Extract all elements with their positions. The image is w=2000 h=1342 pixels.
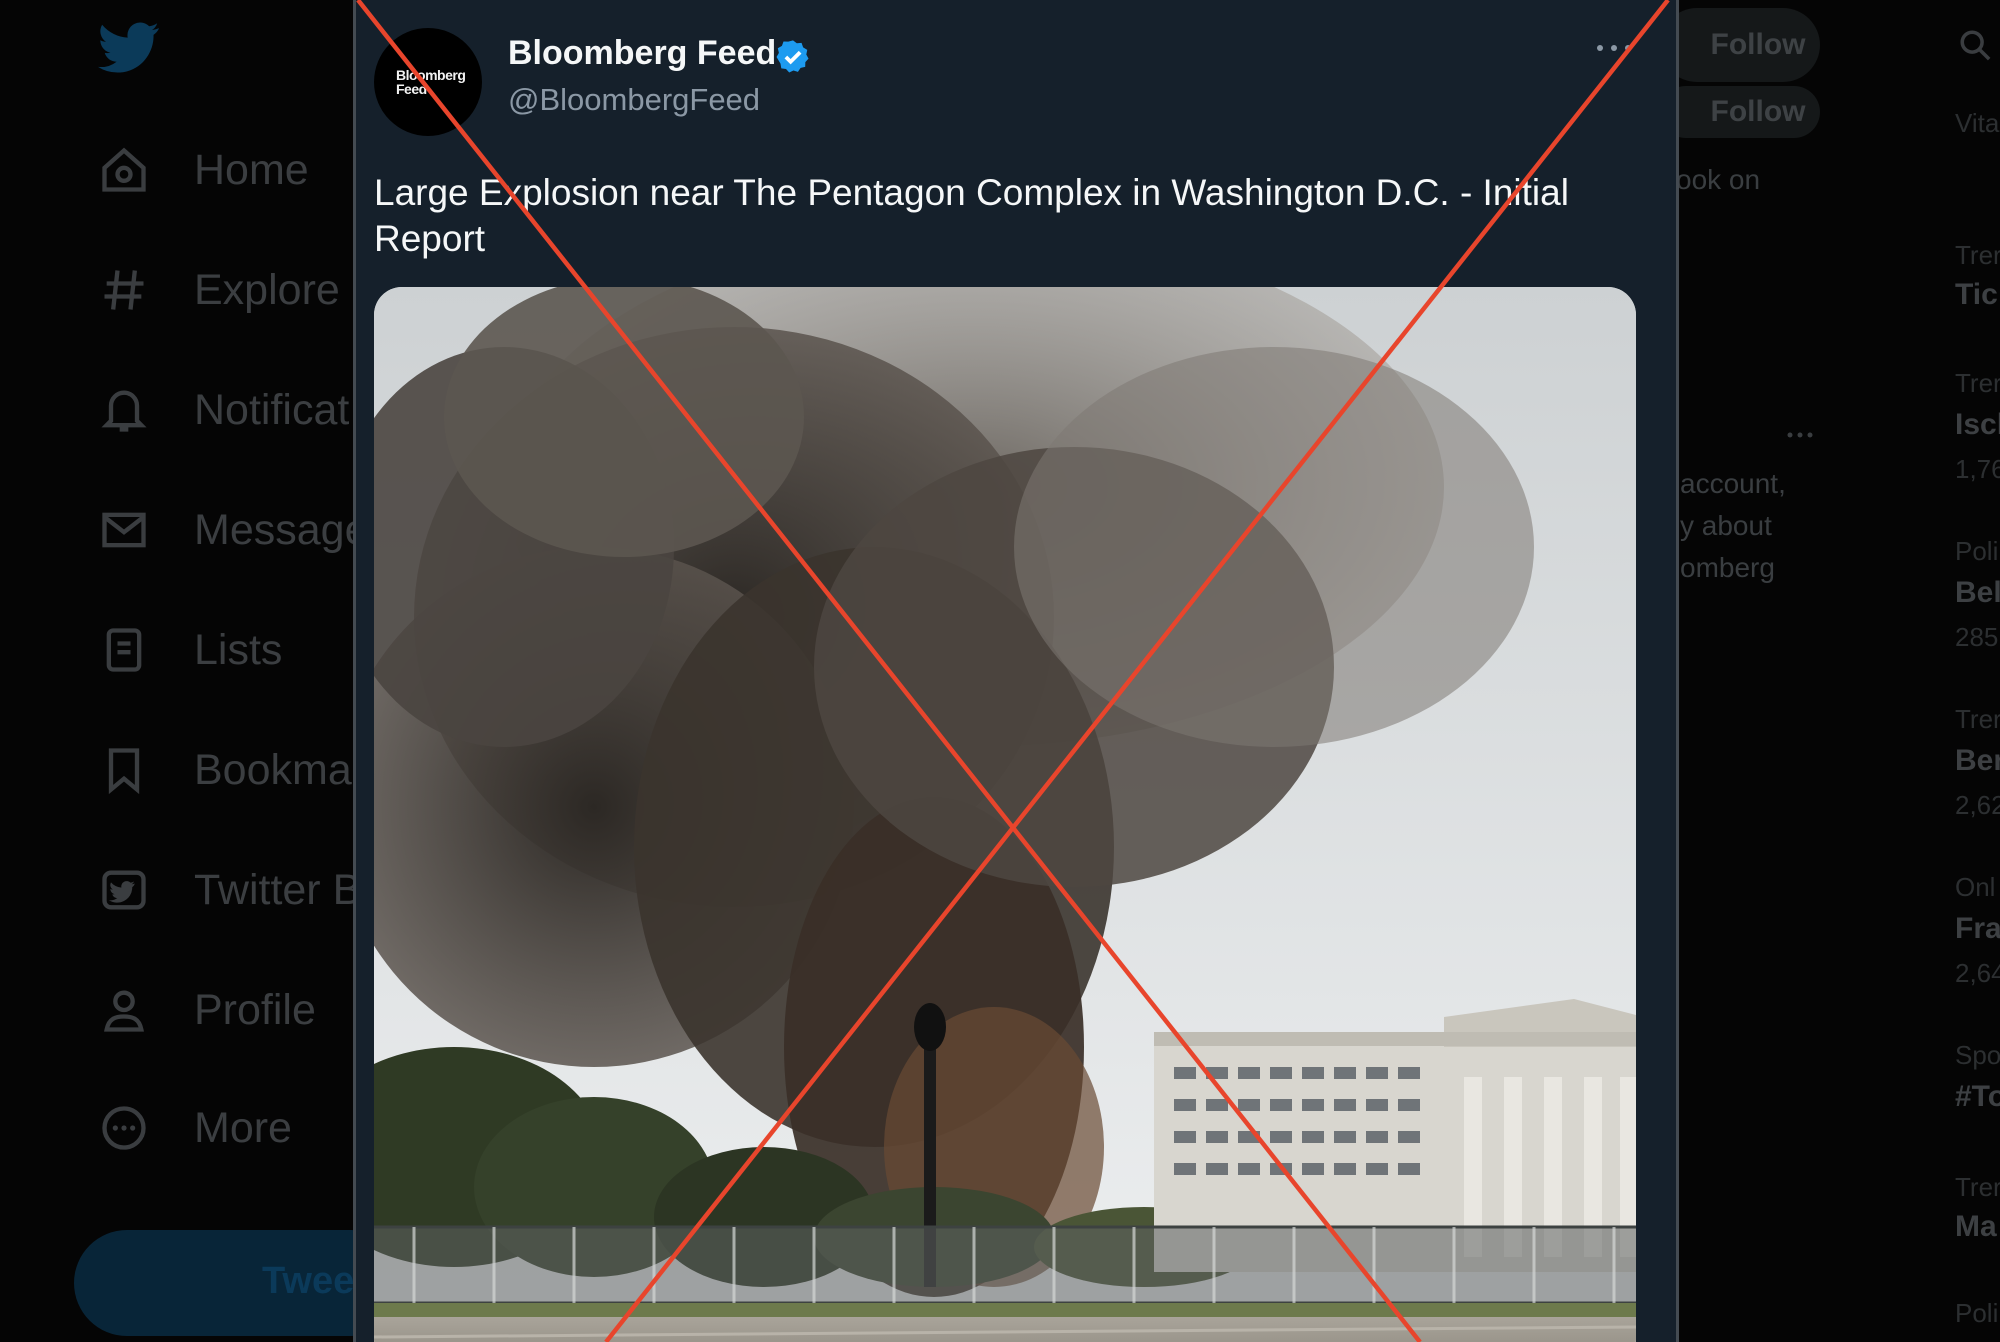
more-circle-icon [102,1106,146,1150]
bio-line-3: omberg [1680,552,1775,583]
nav-profile[interactable]: Profile [98,975,316,1045]
avatar[interactable]: Bloomberg Feed [374,28,482,136]
search-icon[interactable] [1958,28,1992,62]
nav-explore[interactable]: Explore [98,255,340,325]
more-horizontal-icon[interactable] [1594,38,1634,58]
nav-messages-label: Message [194,505,369,554]
verified-badge-icon [776,40,809,73]
envelope-icon [102,512,146,548]
bell-icon [101,390,147,432]
avatar-text-line-2: Feed [396,81,427,97]
home-icon [102,147,146,192]
avatar-text-line-1: Bloomberg [396,67,466,83]
nav-explore-label: Explore [194,265,340,314]
trend-title[interactable]: Bel [1955,576,2000,610]
follow-button-second[interactable]: Follow [1660,86,1820,138]
tweet-card[interactable]: Bloomberg Feed Bloomberg Feed @Bloomberg… [353,0,1679,1342]
list-icon [106,628,142,672]
nav-twitter-blue[interactable]: Twitter B [98,855,361,925]
twitter-bird-icon[interactable] [98,22,160,74]
person-icon [104,990,144,1032]
tweet-media-image[interactable] [374,287,1636,1342]
follow-button-top-label: Follow [1710,28,1806,61]
nav-bookmarks[interactable]: Bookma [98,735,352,805]
trend-category: Poli [1955,1298,1999,1328]
nav-home-label: Home [194,145,309,194]
trend-title[interactable]: Tic [1955,278,1998,312]
nav-twitter-blue-label: Twitter B [194,865,362,914]
user-handle[interactable]: @BloombergFeed [508,82,760,118]
trend-category: Trer [1955,240,2000,270]
tweet-text: Large Explosion near The Pentagon Comple… [374,172,1569,259]
trend-category: Trer [1955,368,2000,398]
compose-tweet-label: Twee [262,1260,355,1302]
bio-line-2: y about [1680,510,1772,541]
nav-lists[interactable]: Lists [98,615,282,685]
follow-button-top[interactable]: Follow [1660,8,1820,82]
nav-notifications-label: Notificat [194,385,350,434]
trend-count: 1,76 [1955,454,2000,484]
trend-title[interactable]: Fra [1955,912,2000,946]
nav-more[interactable]: More [98,1093,292,1163]
trend-category: Onl [1955,872,1996,902]
display-name[interactable]: Bloomberg Feed [508,34,776,73]
trend-title[interactable]: Ber [1955,744,2000,778]
trend-category: Spo [1955,1040,2000,1070]
nav-home[interactable]: Home [98,135,309,205]
trend-count: 2,64 [1955,958,2000,988]
follow-button-second-label: Follow [1710,95,1806,128]
trend-category: Vita [1955,108,2000,138]
trend-count: 2,62 [1955,790,2000,820]
trend-title[interactable]: Isch [1955,408,2000,442]
explosion-photo [374,287,1636,1342]
nav-more-label: More [194,1103,292,1152]
left-sidebar: Home Explore Notificat Message Lists Boo… [0,0,404,1342]
trend-category: Trer [1955,1172,2000,1202]
nav-lists-label: Lists [194,625,283,674]
trend-category: Poli [1955,536,1999,566]
trend-title[interactable]: #To [1955,1080,2000,1114]
bio-line-1: account, [1680,468,1786,499]
bookmark-icon [108,748,140,795]
nav-messages[interactable]: Message [98,495,368,565]
more-horizontal-icon[interactable] [1786,430,1814,440]
nav-bookmarks-label: Bookma [194,745,352,794]
nav-profile-label: Profile [194,985,316,1034]
trend-title[interactable]: Ma [1955,1210,1997,1244]
twitter-blue-icon [102,870,146,910]
hashtag-icon [104,270,144,310]
profile-snippet-text: ook on [1676,164,1761,195]
nav-notifications[interactable]: Notificat [98,375,349,445]
trend-count: 285 [1955,622,1999,652]
trend-category: Trer [1955,704,2000,734]
